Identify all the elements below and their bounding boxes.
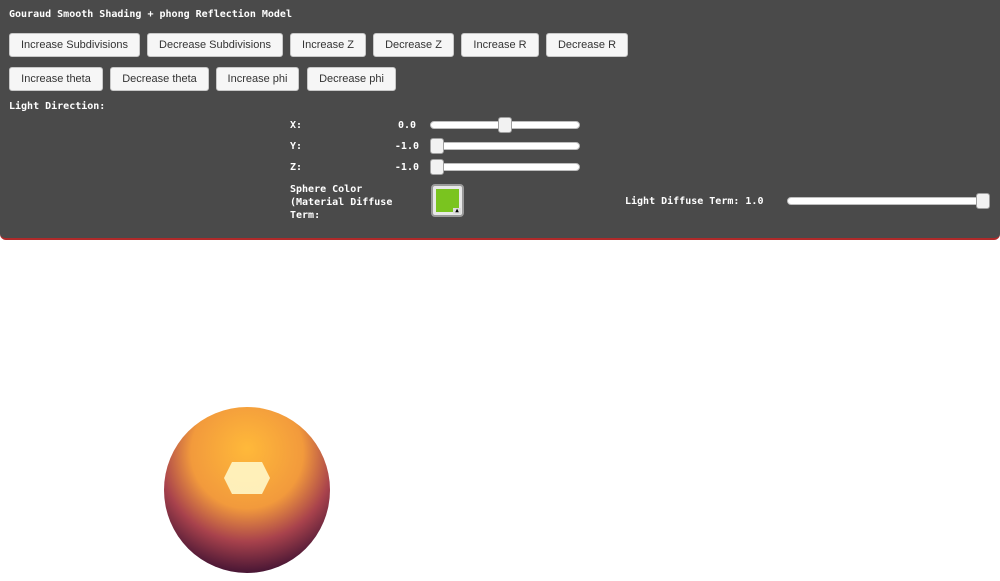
decrease-r-button[interactable]: Decrease R <box>546 33 628 57</box>
sphere-color-label: Sphere Color (Material Diffuse Term: <box>290 184 393 221</box>
decrease-subdivisions-button[interactable]: Decrease Subdivisions <box>147 33 283 57</box>
control-panel: Gouraud Smooth Shading + phong Reflectio… <box>0 0 1000 240</box>
light-direction-label: Light Direction: <box>9 101 106 112</box>
decrease-phi-button[interactable]: Decrease phi <box>307 67 396 91</box>
increase-r-button[interactable]: Increase R <box>461 33 539 57</box>
page-title: Gouraud Smooth Shading + phong Reflectio… <box>9 9 292 20</box>
slider-track <box>430 163 580 171</box>
light-y-label: Y: <box>290 141 303 152</box>
increase-subdivisions-button[interactable]: Increase Subdivisions <box>9 33 140 57</box>
increase-z-button[interactable]: Increase Z <box>290 33 366 57</box>
light-z-value: -1.0 <box>394 162 419 173</box>
slider-track <box>787 197 990 205</box>
slider-thumb[interactable] <box>976 193 990 209</box>
light-x-value: 0.0 <box>397 120 416 131</box>
light-y-slider[interactable] <box>430 138 580 154</box>
dropdown-arrow-icon: ▲ <box>453 208 461 214</box>
render-canvas[interactable] <box>0 240 1000 581</box>
slider-thumb[interactable] <box>430 159 444 175</box>
light-y-value: -1.0 <box>394 141 419 152</box>
light-diffuse-slider[interactable] <box>787 193 990 209</box>
increase-theta-button[interactable]: Increase theta <box>9 67 103 91</box>
increase-phi-button[interactable]: Increase phi <box>216 67 299 91</box>
slider-thumb[interactable] <box>430 138 444 154</box>
decrease-theta-button[interactable]: Decrease theta <box>110 67 209 91</box>
sphere-color-picker[interactable]: ▲ <box>431 184 464 217</box>
light-x-label: X: <box>290 120 303 131</box>
decrease-z-button[interactable]: Decrease Z <box>373 33 454 57</box>
light-x-slider[interactable] <box>430 117 580 133</box>
light-diffuse-label: Light Diffuse Term: 1.0 <box>625 196 764 207</box>
slider-track <box>430 142 580 150</box>
light-z-slider[interactable] <box>430 159 580 175</box>
slider-thumb[interactable] <box>498 117 512 133</box>
specular-highlight <box>224 462 270 494</box>
light-z-label: Z: <box>290 162 303 173</box>
